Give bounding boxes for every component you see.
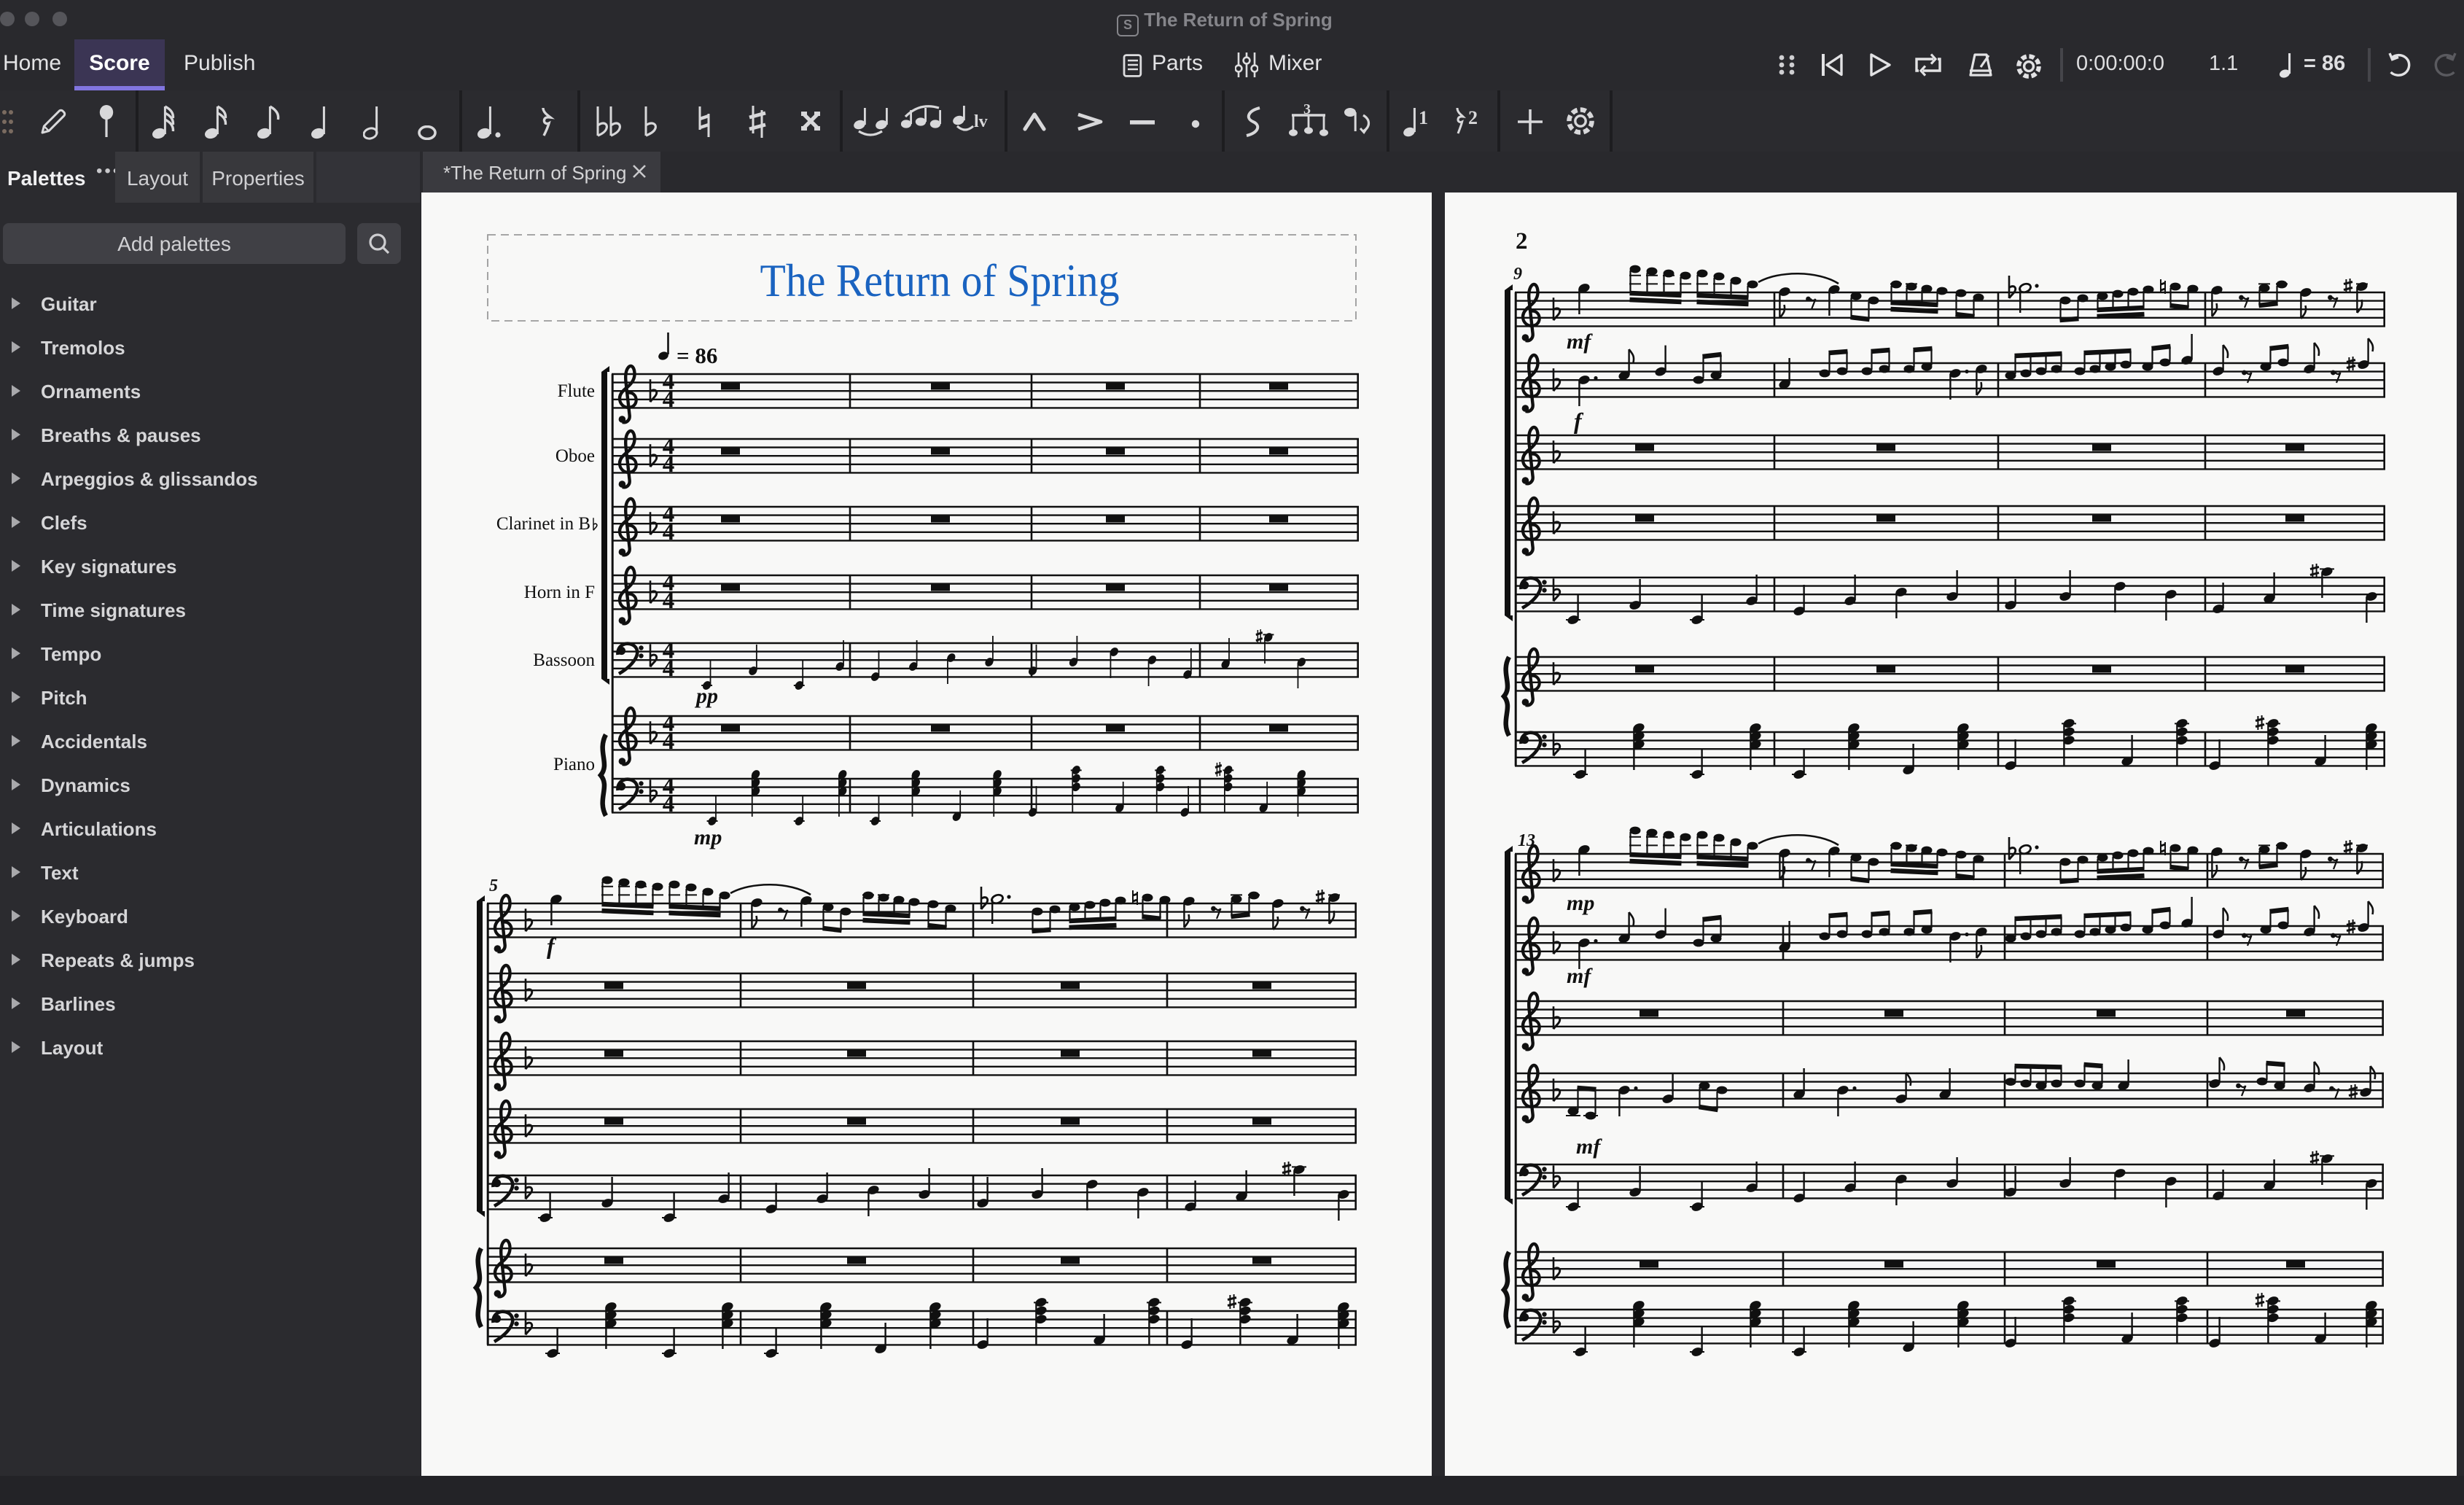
svg-text:4: 4 — [662, 728, 674, 755]
svg-text:1: 1 — [1419, 107, 1428, 128]
svg-text:Clarinet in B: Clarinet in B — [496, 514, 590, 534]
svg-text:The Return of Spring: The Return of Spring — [760, 254, 1119, 306]
svg-text:Oboe: Oboe — [555, 446, 594, 466]
svg-text:4: 4 — [662, 519, 674, 545]
svg-text:= 86: = 86 — [676, 343, 717, 368]
svg-text:mf: mf — [1567, 964, 1593, 988]
svg-text:mp: mp — [1567, 891, 1594, 915]
svg-text:4: 4 — [662, 588, 674, 614]
svg-text:13: 13 — [1518, 831, 1535, 850]
svg-text:mp: mp — [693, 825, 721, 849]
svg-text:4: 4 — [662, 656, 674, 682]
svg-text:5: 5 — [488, 876, 497, 895]
svg-text:9: 9 — [1513, 265, 1522, 284]
svg-text:mf: mf — [1567, 330, 1593, 354]
svg-text:lv: lv — [974, 112, 988, 131]
svg-text:Piano: Piano — [553, 755, 594, 774]
svg-text:4: 4 — [662, 386, 674, 413]
svg-text:4: 4 — [662, 791, 674, 817]
svg-text:Horn in F: Horn in F — [523, 583, 594, 602]
svg-text:4: 4 — [662, 451, 674, 478]
svg-text:2: 2 — [1468, 107, 1478, 128]
svg-text:Flute: Flute — [557, 381, 594, 401]
svg-text:pp: pp — [693, 684, 717, 708]
svg-text:Bassoon: Bassoon — [532, 650, 594, 670]
svg-text:f: f — [1574, 408, 1584, 434]
svg-text:mf: mf — [1576, 1135, 1602, 1159]
svg-text:2: 2 — [1516, 228, 1528, 254]
